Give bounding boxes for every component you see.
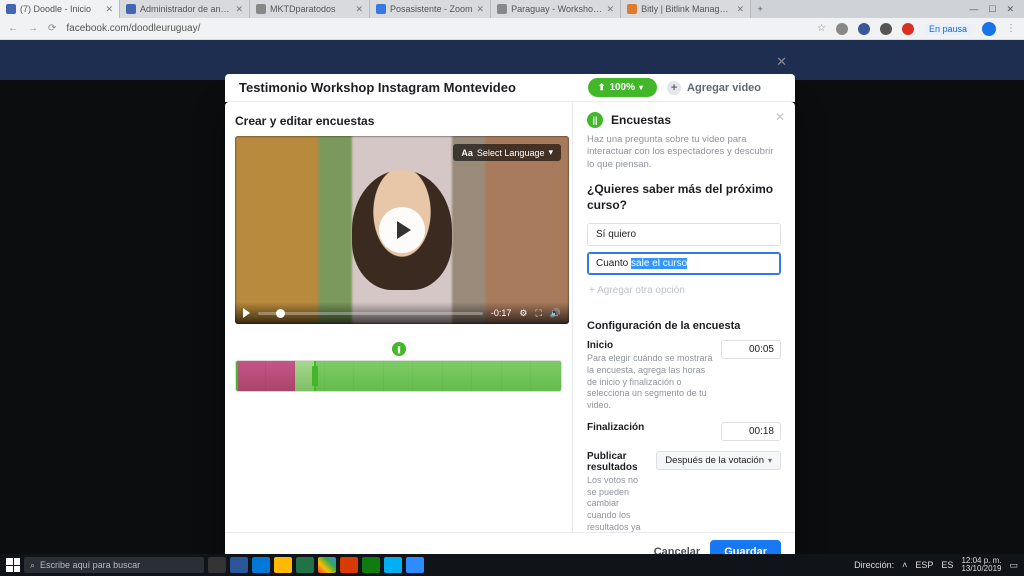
menu-icon[interactable]: ⋮ — [1006, 23, 1016, 34]
start-hint: Para elegir cuándo se mostrará la encues… — [587, 353, 713, 411]
browser-tab[interactable]: Paraguay - Workshop Doodle✕ — [491, 0, 621, 18]
chevron-down-icon: ▾ — [639, 83, 643, 92]
browser-tab[interactable]: (7) Doodle - Inicio✕ — [0, 0, 120, 18]
ext-icon[interactable] — [836, 23, 848, 35]
fullscreen-icon[interactable]: ⛶ — [535, 308, 541, 319]
tray-chevron-icon[interactable]: ˄ — [902, 560, 907, 570]
browser-tab[interactable]: Bitly | Bitlink Management✕ — [621, 0, 751, 18]
play-button[interactable] — [379, 207, 425, 253]
tray-kbd[interactable]: ES — [941, 560, 953, 570]
video-scrubber[interactable] — [258, 312, 483, 315]
start-label: Inicio — [587, 340, 713, 351]
poll-icon: || — [587, 112, 603, 128]
video-timeline[interactable] — [235, 360, 562, 392]
poll-marker-icon[interactable] — [392, 342, 406, 356]
ext-icon[interactable] — [880, 23, 892, 35]
start-time-input[interactable]: 00:05 — [721, 340, 781, 359]
publish-hint: Los votos no se pueden cambiar cuando lo… — [587, 475, 648, 532]
browser-addressbar: ← → ⟳ facebook.com/doodleuruguay/ ☆ En p… — [0, 18, 1024, 40]
settings-icon[interactable]: ⚙ — [519, 308, 527, 319]
close-icon[interactable]: ✕ — [775, 110, 785, 124]
app-icon[interactable] — [296, 557, 314, 573]
close-icon[interactable]: ✕ — [355, 4, 363, 15]
app-icon[interactable] — [362, 557, 380, 573]
video-title: Testimonio Workshop Instagram Montevideo — [239, 80, 516, 95]
publish-label: Publicar resultados — [587, 451, 648, 473]
volume-icon[interactable]: 🔊 — [550, 308, 561, 319]
app-icon[interactable] — [274, 557, 292, 573]
upload-progress-pill[interactable]: 100%▾ — [588, 78, 657, 97]
star-icon[interactable]: ☆ — [817, 23, 826, 34]
browser-tab[interactable]: MKTDparatodos✕ — [250, 0, 370, 18]
help-text: Haz una pregunta sobre tu video para int… — [587, 134, 781, 171]
ext-icon[interactable] — [902, 23, 914, 35]
ext-icon[interactable] — [858, 23, 870, 35]
close-icon[interactable]: ✕ — [737, 4, 745, 15]
poll-option-input[interactable]: Cuanto sale el curso — [587, 252, 781, 275]
browser-tab[interactable]: Posasistente - Zoom✕ — [370, 0, 491, 18]
new-tab-button[interactable]: + — [751, 0, 769, 18]
profile-avatar-icon[interactable] — [982, 22, 996, 36]
taskbar-search-input[interactable]: Escribe aquí para buscar — [24, 557, 204, 573]
window-close-icon[interactable]: ✕ — [1006, 4, 1014, 15]
app-icon[interactable] — [318, 557, 336, 573]
close-icon[interactable]: ✕ — [607, 4, 615, 15]
window-maximize-icon[interactable]: ☐ — [988, 4, 996, 15]
windows-taskbar: Escribe aquí para buscar Dirección: ˄ ES… — [0, 554, 1024, 576]
language-select[interactable]: Select Language▾ — [453, 144, 561, 161]
play-icon[interactable] — [243, 308, 250, 318]
chevron-down-icon: ▾ — [548, 147, 553, 158]
window-minimize-icon[interactable]: — — [969, 4, 978, 14]
url-field[interactable]: facebook.com/doodleuruguay/ — [66, 23, 807, 34]
app-icon[interactable] — [384, 557, 402, 573]
app-icon[interactable] — [406, 557, 424, 573]
selected-text: sale el curso — [631, 258, 687, 269]
right-panel-title: Encuestas — [611, 113, 671, 127]
app-icon[interactable] — [230, 557, 248, 573]
profile-paused-badge[interactable]: En pausa — [924, 23, 972, 35]
poll-range[interactable] — [316, 361, 561, 391]
poll-option-input[interactable]: Sí quiero — [587, 223, 781, 246]
tray-lang[interactable]: ESP — [915, 560, 933, 570]
tray-clock[interactable]: 12:04 p. m.13/10/2019 — [961, 557, 1001, 573]
publish-select[interactable]: Después de la votación — [656, 451, 781, 470]
task-view-icon[interactable] — [208, 557, 226, 573]
nav-reload-icon[interactable]: ⟳ — [48, 23, 56, 34]
app-icon[interactable] — [340, 557, 358, 573]
left-panel-title: Crear y editar encuestas — [235, 114, 562, 128]
notifications-icon[interactable]: ▭ — [1009, 560, 1018, 571]
nav-back-icon[interactable]: ← — [8, 23, 18, 34]
browser-tabstrip: (7) Doodle - Inicio✕ Administrador de an… — [0, 0, 1024, 18]
poll-question: ¿Quieres saber más del próximo curso? — [587, 181, 781, 213]
close-icon[interactable]: ✕ — [105, 4, 113, 15]
tray-label: Dirección: — [854, 560, 894, 570]
app-icon[interactable] — [252, 557, 270, 573]
end-time-input[interactable]: 00:18 — [721, 422, 781, 441]
add-video-button[interactable]: Agregar video — [667, 81, 761, 95]
add-option-button[interactable]: + Agregar otra opción — [587, 281, 781, 300]
close-icon[interactable]: ✕ — [235, 4, 243, 15]
config-section-title: Configuración de la encuesta — [587, 320, 781, 332]
close-icon[interactable]: ✕ — [776, 54, 787, 70]
close-icon[interactable]: ✕ — [477, 4, 485, 15]
browser-tab[interactable]: Administrador de anuncios - Act✕ — [120, 0, 250, 18]
edit-video-modal: Testimonio Workshop Instagram Montevideo… — [225, 102, 795, 570]
preview-cursor[interactable] — [236, 360, 316, 392]
nav-forward-icon[interactable]: → — [28, 23, 38, 34]
start-button[interactable] — [6, 558, 20, 572]
video-time: -0:17 — [491, 308, 512, 318]
video-player[interactable]: Select Language▾ -0:17 ⚙ ⛶ 🔊 — [235, 136, 569, 324]
end-label: Finalización — [587, 422, 713, 433]
